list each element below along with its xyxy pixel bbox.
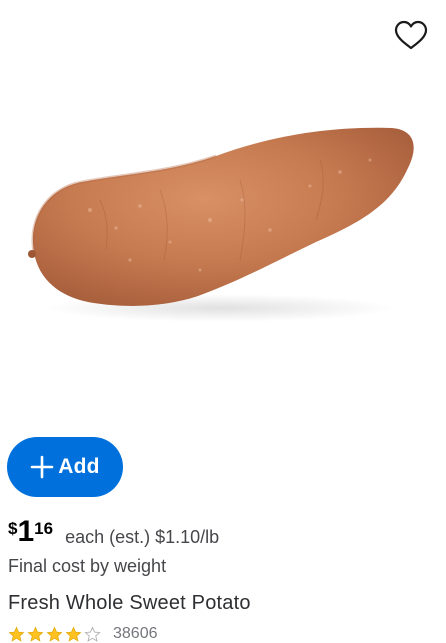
favorite-button[interactable] [392,16,430,54]
product-title[interactable]: Fresh Whole Sweet Potato [8,592,251,615]
rating-row[interactable]: 38606 [8,625,158,643]
review-count: 38606 [113,625,158,642]
product-card[interactable]: Add $ 1 16 each (est.) $1.10/lb Final co… [0,0,446,643]
add-to-cart-button[interactable]: Add [7,437,123,497]
star-empty-icon [84,625,101,642]
price-cents: 16 [34,519,54,538]
price-currency: $ [8,519,18,538]
plus-icon [30,455,54,479]
product-image[interactable] [20,110,430,340]
star-filled-icon [46,626,63,642]
star-filled-icon [27,626,44,642]
weight-note: Final cost by weight [8,556,167,576]
star-filled-icon [8,626,25,642]
star-rating [8,625,101,643]
sweet-potato-image [28,127,414,322]
star-filled-icon [65,626,82,642]
price-row: $ 1 16 each (est.) $1.10/lb [8,516,219,548]
price-unit-text: each (est.) $1.10/lb [65,527,220,547]
current-price: $ 1 16 [8,516,53,548]
add-button-label: Add [58,455,100,478]
heart-outline-icon [394,20,428,50]
price-dollars: 1 [17,515,34,548]
